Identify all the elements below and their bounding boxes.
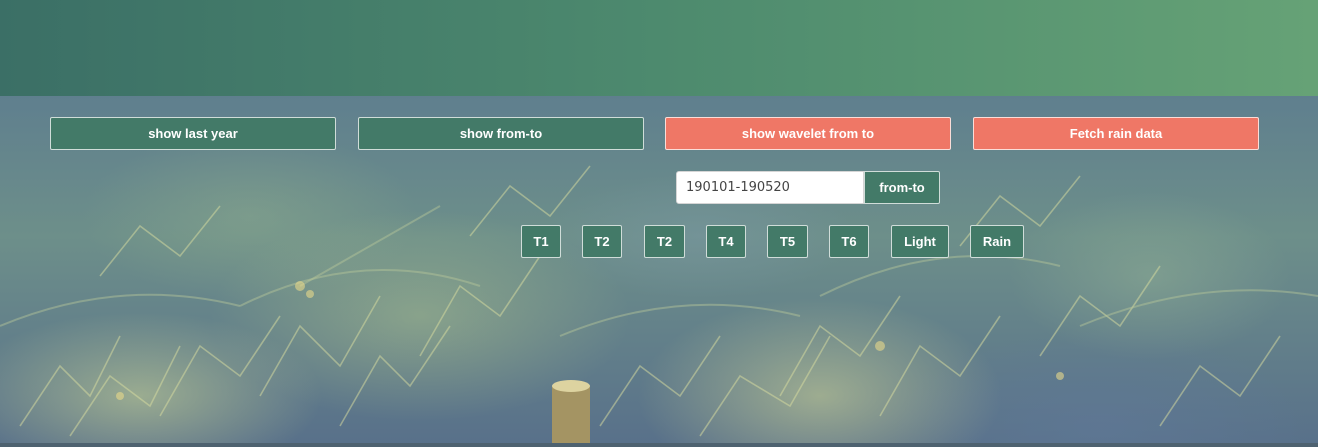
series-button-light[interactable]: Light (891, 225, 949, 258)
top-header-bar (0, 0, 1318, 96)
show-from-to-button[interactable]: show from-to (358, 117, 644, 150)
show-last-year-button[interactable]: show last year (50, 117, 336, 150)
series-button-t5[interactable]: T5 (767, 225, 808, 258)
series-button-t2[interactable]: T2 (582, 225, 622, 258)
fetch-rain-data-button[interactable]: Fetch rain data (973, 117, 1259, 150)
date-range-input[interactable] (676, 171, 864, 204)
series-button-t3[interactable]: T2 (644, 225, 685, 258)
series-button-t1[interactable]: T1 (521, 225, 561, 258)
show-wavelet-button[interactable]: show wavelet from to (665, 117, 951, 150)
bottom-edge (0, 443, 1318, 447)
series-button-t6[interactable]: T6 (829, 225, 869, 258)
wooden-stake (552, 380, 590, 447)
from-to-button[interactable]: from-to (864, 171, 940, 204)
series-button-rain[interactable]: Rain (970, 225, 1024, 258)
series-button-t4[interactable]: T4 (706, 225, 746, 258)
